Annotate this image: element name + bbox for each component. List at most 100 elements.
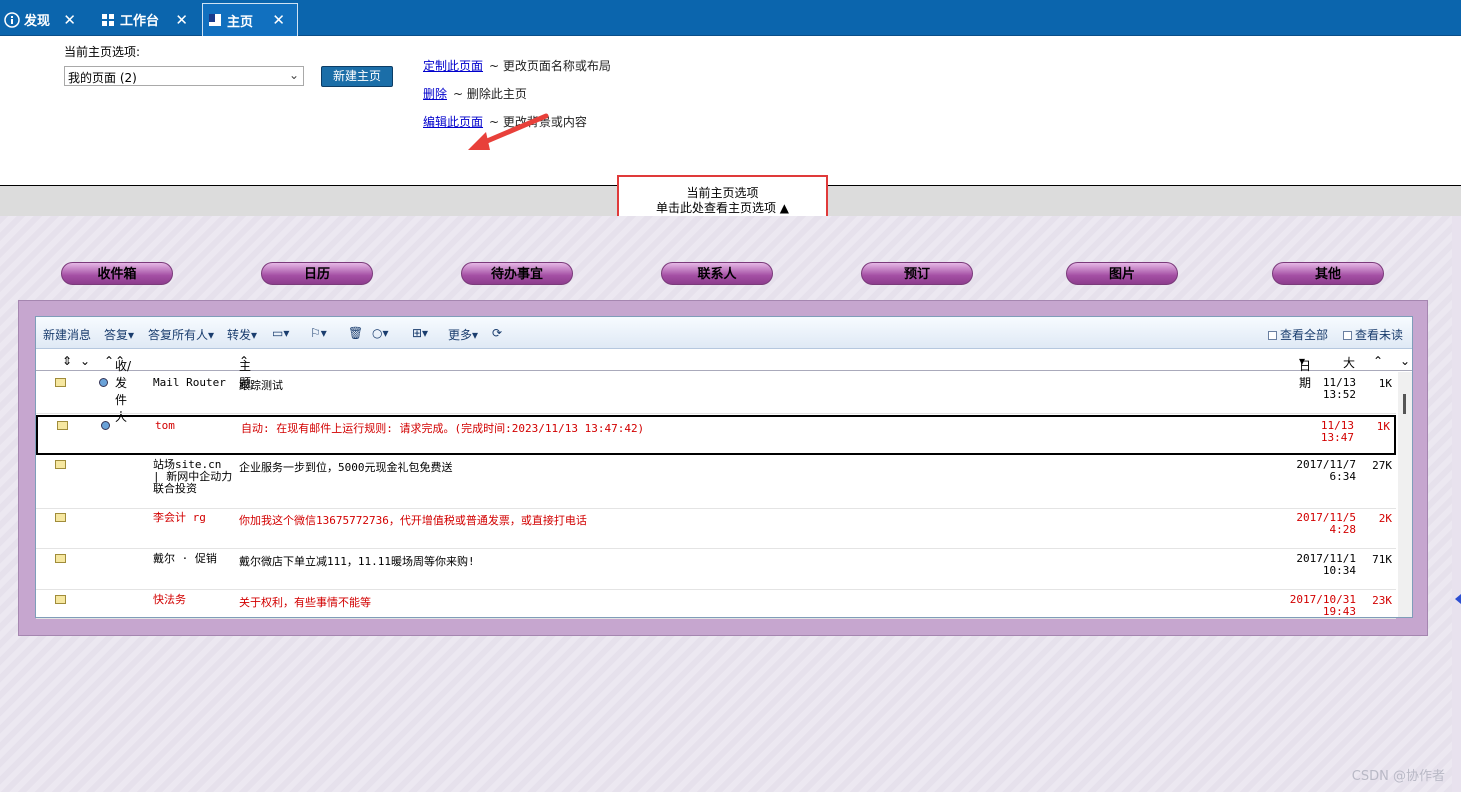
nav-other-button[interactable]: 其他 — [1272, 262, 1384, 285]
table-row[interactable]: Mail Router 跟踪测试 11/13 13:52 1K — [36, 374, 1396, 414]
scroll-thumb[interactable] — [1403, 394, 1406, 414]
tab-bar: 发现 ✕ 工作台 ✕ 主页 ✕ — [0, 0, 1461, 36]
more-button[interactable]: 更多▾ — [448, 326, 478, 343]
mail-view: 新建消息 答复▾ 答复所有人▾ 转发▾ ▭▾ ⚐▾ 🗑 ○▾ ⊞▾ 更多▾ ⟳ … — [35, 316, 1413, 619]
delete-link[interactable]: 删除 — [423, 85, 447, 102]
message-from: tom — [155, 419, 175, 432]
new-message-button[interactable]: 新建消息 — [43, 326, 91, 343]
home-page-icon — [207, 12, 223, 28]
mail-frame: 新建消息 答复▾ 答复所有人▾ 转发▾ ▭▾ ⚐▾ 🗑 ○▾ ⊞▾ 更多▾ ⟳ … — [18, 300, 1428, 636]
message-from: 快法务 — [153, 593, 186, 606]
vertical-scrollbar[interactable] — [1398, 372, 1412, 617]
nav-booking-button[interactable]: 预订 — [861, 262, 973, 285]
column-from[interactable]: 收/发件人 ⌃ — [115, 354, 131, 424]
message-from: 李会计 rg — [153, 511, 206, 524]
message-size: 23K — [1372, 594, 1392, 607]
message-size: 71K — [1372, 553, 1392, 566]
table-row[interactable]: 李会计 rg 你加我这个微信13675772736，代开增值税或普通发票，或直接打… — [36, 509, 1396, 549]
view-unread-label: 查看未读 — [1355, 328, 1404, 342]
column-size[interactable]: 大 — [1343, 354, 1355, 371]
add-icon[interactable]: ⊞▾ — [412, 326, 428, 340]
message-size: 2K — [1378, 512, 1392, 525]
options-toggle-title: 当前主页选项 — [686, 186, 759, 200]
flag-icon[interactable]: ⚐▾ — [310, 326, 327, 340]
message-date: 2017/10/31 19:43 — [1289, 593, 1356, 618]
view-unread-toggle[interactable]: 查看未读 — [1343, 326, 1403, 343]
message-subject: 跟踪测试 — [239, 379, 283, 392]
view-all-toggle[interactable]: 查看全部 — [1268, 326, 1328, 343]
table-row[interactable]: 站场site.cn | 新网中企动力 联合投资 企业服务一步到位，5000元现金礼… — [36, 456, 1396, 509]
checkbox-icon — [1343, 331, 1352, 340]
checkbox-icon — [1268, 331, 1277, 340]
message-subject: 戴尔微店下单立减111，11.11暖场周等你来购! — [239, 555, 475, 568]
message-from: 戴尔 · 促销 — [153, 552, 217, 565]
chevron-down-icon[interactable]: ⌄ — [80, 354, 90, 368]
chevron-up-icon[interactable]: ⌃ — [104, 354, 114, 368]
reply-all-label: 答复所有人 — [148, 328, 209, 342]
status-dot-icon — [99, 378, 108, 387]
message-from: Mail Router — [153, 376, 226, 389]
side-marker-icon — [1455, 594, 1461, 604]
message-date: 2017/11/5 4:28 — [1296, 511, 1356, 536]
tab-label: 主页 — [227, 14, 254, 30]
homepage-background: 收件箱 日历 待办事宜 联系人 预订 图片 其他 新建消息 答复▾ 答复所有人▾… — [0, 216, 1461, 792]
nav-contacts-button[interactable]: 联系人 — [661, 262, 773, 285]
table-row[interactable]: 戴尔 · 促销 戴尔微店下单立减111，11.11暖场周等你来购! 2017/11/… — [36, 550, 1396, 590]
envelope-icon — [55, 513, 66, 522]
column-date[interactable]: 日期 ▾ — [1299, 354, 1311, 390]
sort-icon[interactable]: ⇕ — [62, 354, 72, 368]
chevron-up-icon[interactable]: ⌃ — [1373, 354, 1383, 368]
tab-label: 发现 — [24, 14, 51, 29]
message-size: 27K — [1372, 459, 1392, 472]
nav-inbox-button[interactable]: 收件箱 — [61, 262, 173, 285]
view-all-label: 查看全部 — [1280, 328, 1329, 342]
close-icon[interactable]: ✕ — [175, 11, 188, 29]
triangle-up-icon: ▲ — [779, 201, 790, 215]
table-row[interactable]: tom 自动: 在现有邮件上运行规则: 请求完成。(完成时间:2023/11/13… — [36, 415, 1396, 455]
message-subject: 企业服务一步到位，5000元现金礼包免费送 — [239, 461, 453, 474]
more-label: 更多 — [448, 328, 473, 342]
folder-icon[interactable]: ▭▾ — [272, 326, 289, 340]
reply-all-button[interactable]: 答复所有人▾ — [148, 326, 214, 343]
delete-desc: ~ 删除此主页 — [453, 87, 527, 101]
info-icon — [4, 11, 20, 28]
refresh-icon[interactable]: ⟳ — [492, 326, 502, 340]
home-page-select[interactable]: 我的页面 (2) ⌄ — [64, 66, 304, 86]
new-home-button[interactable]: 新建主页 — [321, 66, 393, 87]
home-options-panel: 当前主页选项: 我的页面 (2) ⌄ 新建主页 定制此页面 ~ 更改页面名称或布… — [0, 36, 1461, 186]
watermark: CSDN @协作者 — [1351, 769, 1445, 784]
annotation-arrow-icon — [468, 113, 549, 150]
close-icon[interactable]: ✕ — [272, 11, 285, 29]
tab-discover[interactable]: 发现 ✕ — [0, 5, 88, 34]
envelope-icon — [55, 378, 66, 387]
tab-home[interactable]: 主页 ✕ — [202, 3, 298, 36]
nav-pictures-button[interactable]: 图片 — [1066, 262, 1178, 285]
chat-bubble-icon[interactable]: ○▾ — [372, 326, 389, 340]
table-row[interactable]: 快法务 关于权利，有些事情不能等 2017/10/31 19:43 23K — [36, 591, 1396, 619]
message-date: 11/13 13:47 — [1320, 419, 1354, 444]
forward-label: 转发 — [227, 328, 252, 342]
message-date: 2017/11/1 10:34 — [1296, 552, 1356, 577]
reply-button[interactable]: 答复▾ — [104, 326, 134, 343]
mail-list-header: ⇕ ⌄ ⌃ 收/发件人 ⌃ 主题 ⌃ 日期 ▾ 大 ⌃ ⌄ — [36, 351, 1412, 424]
select-value: 我的页面 (2) — [68, 71, 137, 85]
tab-workbench[interactable]: 工作台 ✕ — [96, 5, 200, 34]
home-option-label: 当前主页选项: — [64, 45, 141, 59]
envelope-icon — [55, 595, 66, 604]
mail-toolbar: 新建消息 答复▾ 答复所有人▾ 转发▾ ▭▾ ⚐▾ 🗑 ○▾ ⊞▾ 更多▾ ⟳ … — [36, 317, 1412, 349]
nav-calendar-button[interactable]: 日历 — [261, 262, 373, 285]
trash-icon[interactable]: 🗑 — [348, 326, 363, 340]
message-size: 1K — [1376, 420, 1390, 433]
envelope-icon — [57, 421, 68, 430]
forward-button[interactable]: 转发▾ — [227, 326, 257, 343]
chevron-down-icon: ⌄ — [288, 68, 299, 82]
column-subject[interactable]: 主题 ⌃ — [239, 354, 251, 390]
envelope-icon — [55, 554, 66, 563]
nav-todo-button[interactable]: 待办事宜 — [461, 262, 573, 285]
chevron-down-icon[interactable]: ⌄ — [1400, 354, 1410, 368]
close-icon[interactable]: ✕ — [63, 11, 76, 29]
customize-page-link[interactable]: 定制此页面 — [423, 57, 483, 74]
message-subject: 你加我这个微信13675772736，代开增值税或普通发票，或直接打电话 — [239, 514, 587, 527]
message-size: 1K — [1378, 377, 1392, 390]
message-subject: 关于权利，有些事情不能等 — [239, 596, 371, 609]
